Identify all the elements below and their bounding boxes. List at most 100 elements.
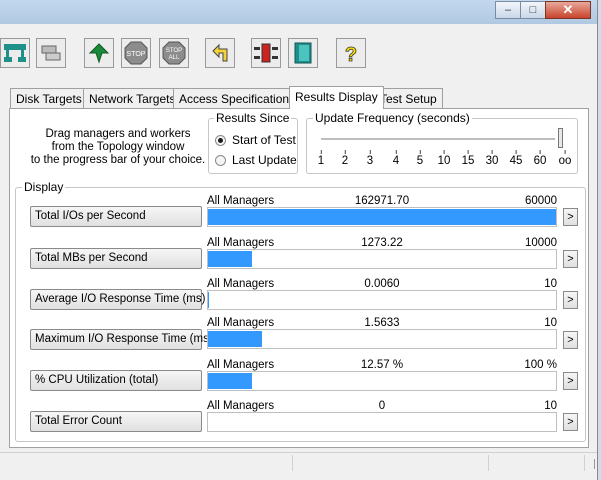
stop-all-icon: STOP ALL [162,41,186,65]
metric-max: 10000 [525,237,557,249]
tick-label: 5 [416,150,424,167]
window-controls: – □ ✕ [495,1,591,19]
resize-grip[interactable] [588,459,595,469]
display-title: Display [22,180,66,194]
metric-select-button[interactable]: Total Error Count [30,411,202,432]
metric-progress-bar[interactable] [207,290,557,310]
metric-arrow-button[interactable]: > [563,291,578,309]
update-frequency-ticks: 1 2 3 4 5 10 15 30 45 60 oo [307,150,577,175]
tab-results-display[interactable]: Results Display [289,86,384,109]
metric-progress-fill [208,331,263,347]
help-text-line: Drag managers and workers [45,128,191,140]
tick-label: 3 [366,150,374,167]
update-frequency-title: Update Frequency (seconds) [313,111,472,125]
stop-all-button[interactable]: STOP ALL [159,38,189,68]
reset-workers-icon [208,41,232,65]
start-tests-button[interactable] [84,38,114,68]
reset-workers-button[interactable] [205,38,235,68]
help-text-line: to the progress bar of your choice. [30,154,206,166]
metric-max: 100 % [524,359,557,371]
metric-value: 0 [378,400,386,412]
tab-disk-targets[interactable]: Disk Targets [10,88,88,108]
metric-progress-bar[interactable] [207,412,557,432]
status-segment [293,455,489,471]
metric-arrow-button[interactable]: > [563,331,578,349]
update-frequency-slider-thumb[interactable] [558,128,563,148]
new-manager-icon [253,41,279,65]
metric-progress-bar[interactable] [207,329,557,349]
tick-label: 10 [437,150,451,167]
metric-arrow-button[interactable]: > [563,413,578,431]
close-button[interactable]: ✕ [545,1,591,19]
toolbar: STOP STOP ALL ? [0,32,597,76]
metric-max: 10 [544,317,557,329]
tick-label: 2 [341,150,349,167]
update-frequency-group: Update Frequency (seconds) 1 2 3 4 5 10 … [306,111,578,175]
tab-network-targets[interactable]: Network Targets [83,88,182,108]
radio-selected-icon [215,134,226,146]
tick-label: 4 [392,150,400,167]
help-text-line: from the Topology window [51,141,185,153]
metric-progress-bar[interactable] [207,207,557,227]
metric-progress-fill [208,251,253,267]
results-since-title: Results Since [214,111,292,125]
metric-arrow-button[interactable]: > [563,208,578,226]
topology-icon [3,42,27,64]
status-bar [0,452,597,473]
tick-label: 1 [317,150,325,167]
status-segment [0,455,293,471]
last-update-radio[interactable]: Last Update [215,153,297,167]
metric-max: 60000 [525,195,557,207]
radio-unselected-icon [215,154,226,166]
topology-button[interactable] [0,38,30,68]
metric-max: 10 [544,278,557,290]
metric-arrow-button[interactable]: > [563,372,578,390]
tick-label: 60 [533,150,547,167]
app-window: – □ ✕ STOP STOP ALL ? Disk Targets Netwo… [0,0,598,480]
metric-value: 12.57 % [360,359,404,371]
new-manager-button[interactable] [251,38,281,68]
metric-select-button[interactable]: Total I/Os per Second [30,206,202,227]
title-bar: – □ ✕ [0,0,597,24]
svg-text:?: ? [345,44,357,65]
help-button[interactable]: ? [336,38,366,68]
results-since-group: Results Since Start of Test Last Update [208,111,298,174]
svg-text:ALL: ALL [169,55,180,61]
start-of-test-radio[interactable]: Start of Test [215,133,296,147]
metric-progress-bar[interactable] [207,371,557,391]
metric-value: 1.5633 [364,317,400,329]
help-icon: ? [339,41,363,65]
metric-max: 10 [544,400,557,412]
metric-arrow-button[interactable]: > [563,250,578,268]
update-frequency-slider-track[interactable] [321,138,555,141]
metric-value: 162971.70 [354,195,410,207]
svg-text:STOP: STOP [166,48,182,54]
minimize-button[interactable]: – [495,1,521,19]
last-update-label: Last Update [232,153,297,167]
tick-label: 30 [485,150,499,167]
maximize-button[interactable]: □ [520,1,546,19]
metric-select-button[interactable]: Average I/O Response Time (ms) [30,289,205,310]
metric-select-button[interactable]: % CPU Utilization (total) [30,370,202,391]
tab-access-specifications[interactable]: Access Specifications [173,88,302,108]
exit-button[interactable] [288,38,318,68]
metric-value: 0.0060 [364,278,400,290]
stop-icon: STOP [124,41,148,65]
status-segment [489,455,585,471]
metric-progress-fill [208,373,252,389]
stop-button[interactable]: STOP [121,38,151,68]
metric-progress-fill [208,209,556,225]
metric-select-button[interactable]: Total MBs per Second [30,248,202,269]
tab-test-setup[interactable]: Test Setup [374,88,443,108]
metric-value: 1273.22 [361,237,403,249]
disk-button[interactable] [36,38,66,68]
tick-label: 45 [509,150,523,167]
metric-select-button[interactable]: Maximum I/O Response Time (ms) [30,329,213,350]
svg-text:STOP: STOP [127,51,146,58]
tick-label: oo [558,150,572,167]
exit-icon [291,41,315,65]
start-of-test-label: Start of Test [232,133,296,147]
metric-progress-bar[interactable] [207,249,557,269]
start-tests-icon [87,41,111,65]
tick-label: 15 [461,150,475,167]
